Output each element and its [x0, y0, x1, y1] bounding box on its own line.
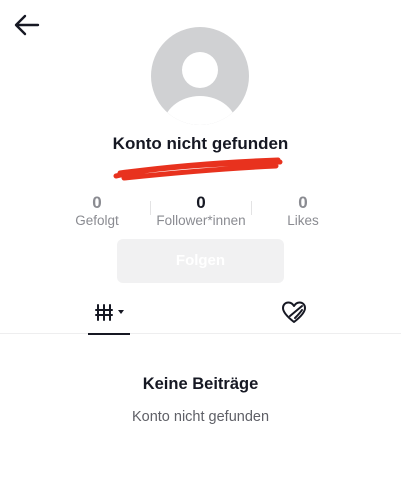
stat-following-value: 0 [92, 193, 102, 212]
stat-followers[interactable]: 0 Follower*innen [146, 193, 256, 229]
stat-followers-value: 0 [196, 193, 206, 212]
profile-tabs [0, 296, 401, 335]
follow-button[interactable]: Folgen [117, 239, 284, 283]
tab-videos[interactable] [88, 296, 130, 335]
stat-likes[interactable]: 0 Likes [248, 193, 358, 229]
default-avatar-icon [163, 52, 237, 125]
stats-row: 0 Gefolgt 0 Follower*innen 0 Likes [0, 193, 401, 233]
username: Konto nicht gefunden [112, 134, 289, 153]
stat-likes-value: 0 [298, 193, 308, 212]
back-button[interactable] [12, 12, 42, 38]
arrow-left-icon [14, 14, 40, 36]
stat-followers-label: Follower*innen [156, 213, 246, 228]
chevron-down-icon [118, 310, 124, 314]
heart-hidden-icon [282, 301, 306, 323]
tab-liked[interactable] [279, 296, 309, 334]
stat-following[interactable]: 0 Gefolgt [42, 193, 152, 229]
empty-state-title: Keine Beiträge [142, 375, 259, 393]
stat-following-label: Gefolgt [75, 213, 119, 228]
avatar [151, 27, 249, 125]
empty-state-subtitle: Konto nicht gefunden [131, 409, 270, 425]
stat-likes-label: Likes [287, 213, 319, 228]
redaction-scribble [113, 157, 283, 181]
tab-active-indicator [88, 333, 130, 335]
grid-icon [95, 304, 124, 321]
